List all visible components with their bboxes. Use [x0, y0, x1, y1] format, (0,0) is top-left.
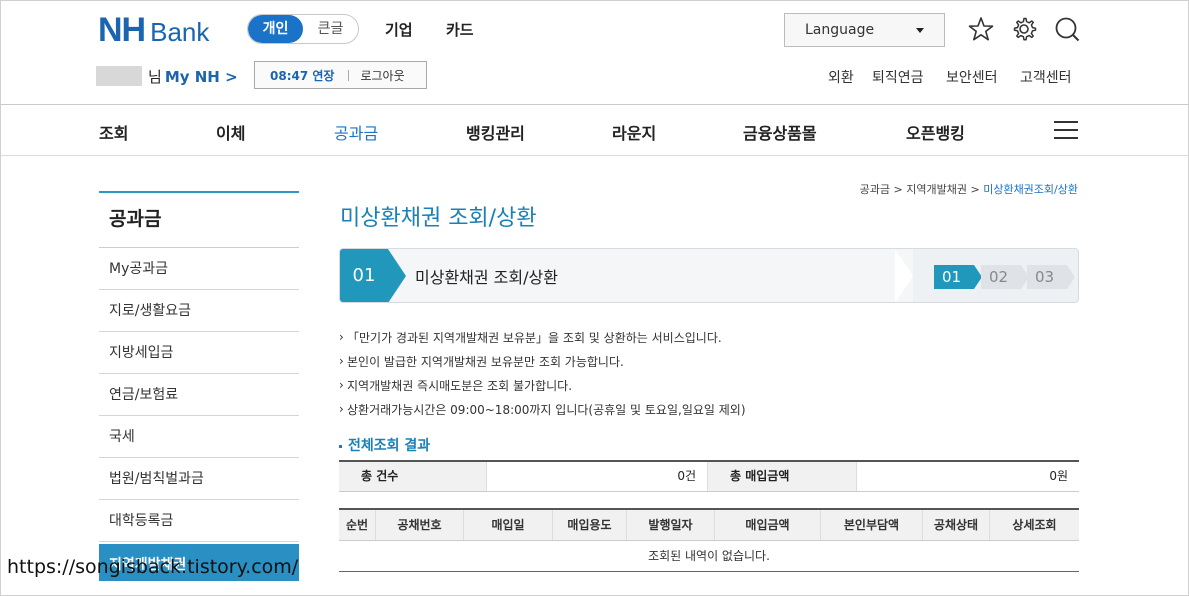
gnb-banking-mgmt[interactable]: 뱅킹관리 — [466, 120, 525, 144]
mode-personal[interactable]: 개인 — [248, 15, 303, 43]
session-extend-button[interactable]: 08:47 연장 — [255, 67, 334, 84]
util-link-security[interactable]: 보안센터 — [946, 67, 998, 87]
gnb-financial-mall[interactable]: 금융상품몰 — [743, 120, 817, 144]
star-icon[interactable] — [968, 16, 994, 42]
notice-list: 「만기가 경과된 지역개발채권 보유분」을 조회 및 상환하는 서비스입니다. … — [339, 325, 746, 422]
breadcrumb-sep: > — [893, 183, 903, 196]
col-seq: 순번 — [339, 510, 376, 540]
util-link-pension[interactable]: 퇴직연금 — [872, 67, 924, 87]
step-chevron — [895, 249, 913, 302]
step-pill-current: 01 — [934, 265, 982, 289]
page-title: 미상환채권 조회/상환 — [340, 206, 537, 231]
col-purchase-date: 매입일 — [464, 510, 553, 540]
util-link-forex[interactable]: 외환 — [828, 67, 854, 87]
notice-item: 「만기가 경과된 지역개발채권 보유분」을 조회 및 상환하는 서비스입니다. — [339, 325, 746, 350]
lnb-item-local-tax[interactable]: 지방세입금 — [99, 332, 299, 374]
session-timer: 08:47 연장 로그아웃 — [254, 61, 427, 89]
mode-large-text[interactable]: 큰글 — [303, 15, 358, 43]
notice-item: 지역개발채권 즉시매도분은 조회 불가합니다. — [339, 373, 746, 398]
lnb-item-national-tax[interactable]: 국세 — [99, 416, 299, 458]
caret-down-icon — [916, 28, 924, 33]
col-detail: 상세조회 — [1012, 518, 1057, 532]
total-count-value: 0건 — [486, 462, 708, 491]
lnb-item-court-fines[interactable]: 법원/범칙벌과금 — [99, 458, 299, 500]
watermark-url: https://songisback.tistory.com/ — [7, 556, 299, 578]
summary-table: 총 건수 0건 총 매입금액 0원 — [339, 460, 1079, 492]
hamburger-menu-icon[interactable] — [1054, 121, 1078, 145]
language-select[interactable]: Language — [784, 13, 945, 47]
step-pill: 03 — [1027, 265, 1075, 289]
divider — [348, 69, 350, 81]
breadcrumb-current: 미상환채권조회/상환 — [983, 183, 1078, 196]
breadcrumb-item[interactable]: 지역개발채권 — [906, 183, 967, 196]
col-issue-date: 발행일자 — [627, 510, 715, 540]
top-nav-corporate[interactable]: 기업 — [385, 19, 413, 40]
logo-bank: Bank — [150, 17, 210, 47]
gear-icon[interactable] — [1011, 16, 1037, 42]
step-pill: 02 — [981, 265, 1029, 289]
notice-item: 상환거래가능시간은 09:00~18:00까지 입니다(공휴일 및 토요일,일요… — [339, 397, 746, 422]
step-arrow — [388, 249, 406, 302]
language-label: Language — [805, 22, 875, 38]
gnb-open-banking[interactable]: 오픈뱅킹 — [906, 120, 965, 144]
my-nh-link[interactable]: My NH > — [165, 68, 238, 86]
gnb-transfer[interactable]: 이체 — [216, 120, 245, 144]
user-name-masked — [96, 66, 142, 86]
user-suffix: 님 — [148, 68, 162, 86]
breadcrumb-item[interactable]: 공과금 — [860, 183, 890, 196]
total-count-label: 총 건수 — [339, 462, 486, 491]
table-header: 순번 공채번호 매입일 매입용도 발행일자 매입금액 본인부담액 공채상태 상세… — [339, 510, 1079, 541]
nh-bank-logo[interactable]: NH Bank — [98, 13, 209, 49]
mode-toggle: 개인 큰글 — [247, 14, 359, 44]
lnb-item-giro[interactable]: 지로/생활요금 — [99, 290, 299, 332]
logout-button[interactable]: 로그아웃 — [360, 67, 404, 84]
gnb-lounge[interactable]: 라운지 — [612, 120, 656, 144]
header-divider — [1, 104, 1189, 105]
lnb-title: 공과금 — [99, 191, 299, 248]
bond-list-table: 순번 공채번호 매입일 매입용도 발행일자 매입금액 본인부담액 공채상태 상세… — [339, 508, 1079, 572]
step-indicator: 01 미상환채권 조회/상환 01 02 03 — [339, 248, 1079, 303]
user-greeting: 님 My NH > — [148, 66, 238, 87]
section-title-text: 전체조회 결과 — [348, 438, 431, 454]
util-link-customer[interactable]: 고객센터 — [1020, 67, 1072, 87]
logo-nh: NH — [98, 11, 146, 49]
breadcrumb: 공과금 > 지역개발채권 > 미상환채권조회/상환 — [860, 181, 1078, 197]
total-amount-label: 총 매입금액 — [708, 462, 856, 491]
step-number: 01 — [340, 249, 388, 302]
gnb-public-bills[interactable]: 공과금 — [334, 120, 378, 144]
gnb-divider — [1, 155, 1189, 156]
lnb-item-pension[interactable]: 연금/보험료 — [99, 374, 299, 416]
breadcrumb-sep: > — [970, 183, 980, 196]
col-purchase-use: 매입용도 — [553, 510, 627, 540]
notice-item: 본인이 발급한 지역개발채권 보유분만 조회 가능합니다. — [339, 349, 746, 374]
col-bond-status: 공채상태 — [923, 510, 990, 540]
col-purchase-amount: 매입금액 — [715, 510, 821, 540]
search-icon[interactable] — [1054, 16, 1080, 42]
bullet-icon — [339, 444, 342, 448]
step-label: 미상환채권 조회/상환 — [415, 268, 558, 287]
gnb-inquiry[interactable]: 조회 — [99, 120, 128, 144]
section-title: 전체조회 결과 — [339, 435, 430, 455]
top-nav-card[interactable]: 카드 — [446, 19, 474, 40]
lnb-item-tuition[interactable]: 대학등록금 — [99, 500, 299, 542]
lnb-item-my-bills[interactable]: My공과금 — [99, 248, 299, 290]
total-amount-value: 0원 — [856, 462, 1079, 491]
col-self-burden: 본인부담액 — [821, 510, 923, 540]
col-bond-no: 공채번호 — [376, 510, 464, 540]
empty-message: 조회된 내역이 없습니다. — [339, 541, 1079, 572]
